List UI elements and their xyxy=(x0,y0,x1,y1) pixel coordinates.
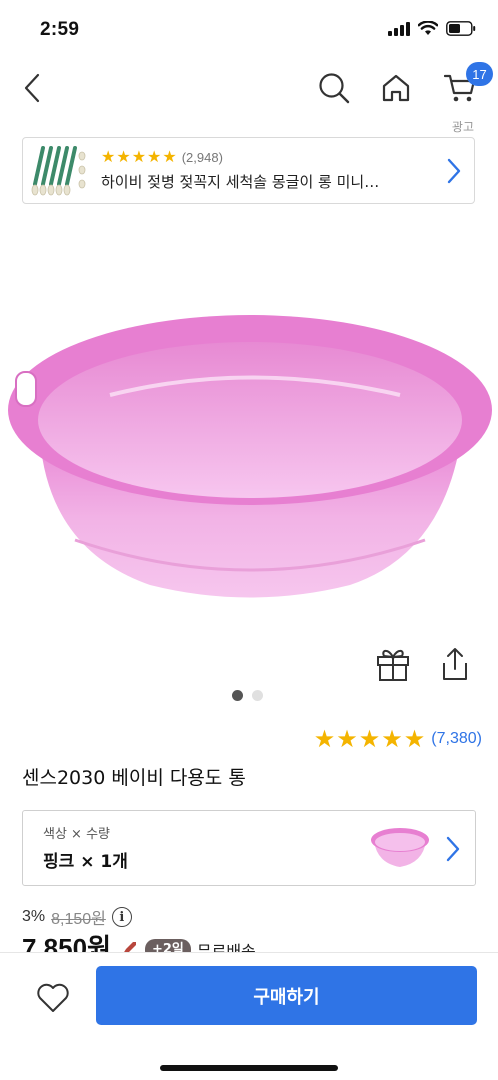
discount-row: 3% 8,150원 i xyxy=(22,905,132,929)
pagination-dot[interactable] xyxy=(252,690,263,701)
option-value: 핑크 × 1개 xyxy=(43,852,128,872)
ad-card[interactable]: ★ ★ ★ ★ ★ (2,948) 하이비 젖병 젖꼭지 세척솔 몽글이 롱 미… xyxy=(22,137,475,204)
star-icon: ★ xyxy=(101,147,116,166)
cart-count-badge: 17 xyxy=(466,62,493,86)
pagination-dot-active[interactable] xyxy=(232,690,243,701)
ad-rating: ★ ★ ★ ★ ★ (2,948) xyxy=(101,149,223,165)
star-icon: ★ xyxy=(162,147,177,166)
star-icon: ★ xyxy=(381,725,403,753)
star-icon: ★ xyxy=(131,147,147,166)
original-price: 8,150원 xyxy=(51,911,106,928)
product-rating[interactable]: ★ ★ ★ ★ ★ (7,380) xyxy=(314,727,482,751)
wifi-icon xyxy=(418,21,438,35)
home-icon xyxy=(382,74,410,102)
status-icons xyxy=(388,21,476,36)
search-icon xyxy=(319,73,350,104)
star-icon: ★ xyxy=(147,147,162,166)
image-pagination xyxy=(232,690,263,701)
back-button[interactable] xyxy=(14,68,50,108)
star-icon: ★ xyxy=(358,725,381,753)
chevron-right-icon xyxy=(446,836,460,862)
ad-title: 하이비 젖병 젖꼭지 세척솔 몽글이 롱 미니… xyxy=(101,173,380,191)
rating-count-link[interactable]: (7,380) xyxy=(431,730,482,748)
chevron-left-icon xyxy=(24,73,40,103)
option-selector[interactable]: 색상 × 수량 핑크 × 1개 xyxy=(22,810,476,886)
status-bar: 2:59 xyxy=(0,0,498,60)
battery-icon xyxy=(446,21,476,36)
product-image[interactable] xyxy=(0,300,498,610)
home-button[interactable] xyxy=(376,68,416,108)
chevron-right-icon xyxy=(447,158,461,184)
gift-icon xyxy=(377,649,409,681)
discount-percent: 3% xyxy=(22,908,46,925)
info-icon[interactable]: i xyxy=(111,907,132,927)
star-icon: ★ xyxy=(116,147,131,166)
wishlist-button[interactable] xyxy=(30,975,76,1021)
nav-bar xyxy=(0,60,498,116)
star-icon: ★ xyxy=(336,725,358,753)
heart-icon xyxy=(37,983,69,1012)
share-button[interactable] xyxy=(438,645,472,683)
gift-button[interactable] xyxy=(374,645,412,683)
search-button[interactable] xyxy=(314,68,354,108)
option-label: 색상 × 수량 xyxy=(43,827,110,842)
option-thumbnail xyxy=(371,828,429,867)
share-icon xyxy=(443,648,467,680)
status-time: 2:59 xyxy=(40,19,80,40)
ad-rating-count: (2,948) xyxy=(181,149,223,165)
bottom-action-bar: 구매하기 xyxy=(0,952,498,1080)
signal-icon xyxy=(388,21,410,36)
ad-product-thumbnail xyxy=(31,146,86,196)
star-icon: ★ xyxy=(403,725,426,753)
star-icon: ★ xyxy=(313,725,336,753)
product-title: 센스2030 베이비 다용도 통 xyxy=(22,767,246,789)
home-indicator xyxy=(160,1065,338,1071)
ad-label: 광고 xyxy=(451,120,474,134)
buy-button[interactable]: 구매하기 xyxy=(96,966,477,1025)
